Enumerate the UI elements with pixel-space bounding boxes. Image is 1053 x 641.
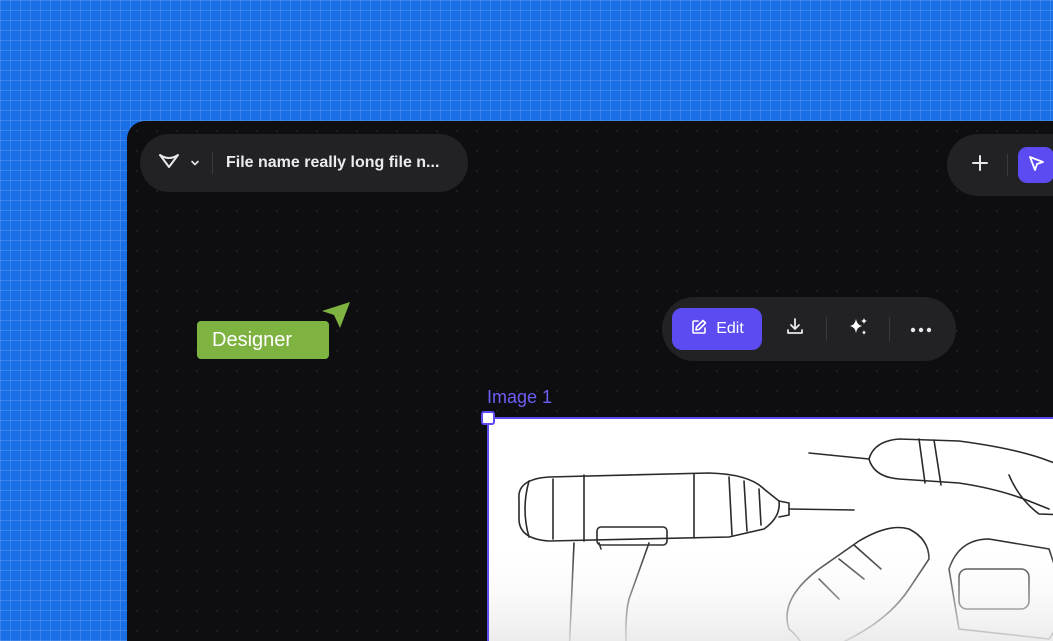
edit-button[interactable]: Edit: [672, 308, 762, 350]
image-layer-label: Image 1: [487, 387, 553, 407]
more-options-button[interactable]: [900, 308, 942, 350]
drill-sketch-image: [489, 438, 1053, 641]
download-icon: [785, 317, 805, 342]
logo-menu-button[interactable]: [158, 152, 200, 175]
divider: [826, 317, 827, 341]
selected-image[interactable]: [481, 411, 1053, 641]
download-button[interactable]: [774, 308, 816, 350]
image-context-toolbar: Edit: [662, 297, 956, 361]
sparkles-icon: [847, 316, 869, 343]
select-arrow-icon: [1027, 154, 1045, 177]
file-header: File name really long file n...: [140, 134, 468, 192]
file-name[interactable]: File name really long file n...: [226, 154, 439, 172]
edit-pencil-icon: [690, 318, 708, 341]
divider: [212, 152, 213, 174]
divider: [889, 317, 890, 341]
resize-handle[interactable]: [481, 411, 495, 425]
logo-chevron-icon: [158, 152, 180, 175]
collaborator-cursor-label: Designer: [197, 321, 329, 359]
collaborator-cursor-icon: [320, 300, 352, 335]
select-tool-button[interactable]: [1018, 147, 1053, 183]
app-window: File name really long file n... Designer: [127, 121, 1053, 641]
ai-enhance-button[interactable]: [837, 308, 879, 350]
more-icon: [910, 320, 932, 338]
divider: [1007, 154, 1008, 176]
plus-icon: [971, 154, 989, 177]
top-toolbar: [947, 134, 1053, 196]
edit-label: Edit: [716, 320, 744, 337]
chevron-down-icon: [190, 154, 200, 172]
add-button[interactable]: [965, 150, 995, 180]
